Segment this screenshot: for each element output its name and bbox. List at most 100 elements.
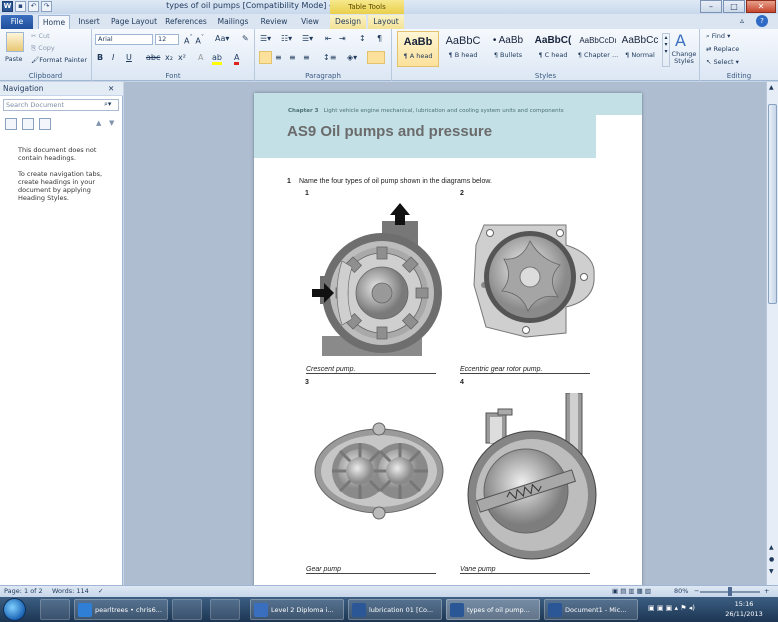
title-bar: W ▪ ↶ ↷ types of oil pumps [Compatibilit…	[0, 0, 778, 14]
scroll-down-icon[interactable]: ▼	[769, 568, 774, 575]
change-case-icon[interactable]: Aa▾	[215, 34, 229, 43]
tab-design[interactable]: Design	[330, 15, 366, 29]
replace-button[interactable]: ⇄ Replace	[706, 45, 739, 53]
grow-font-icon[interactable]: Aˆ Aˇ	[184, 34, 204, 46]
styles-scroll[interactable]: ▴ ▾ ▾	[662, 33, 670, 67]
taskbar-item-pearltrees[interactable]: pearltrees • chris6...	[74, 599, 168, 620]
page-count[interactable]: Page: 1 of 2	[4, 586, 43, 597]
taskbar-item-types-of-oil-pumps[interactable]: types of oil pump...	[446, 599, 540, 620]
highlight-icon[interactable]: ab	[212, 53, 222, 65]
taskbar-item-document1[interactable]: Document1 - Mic...	[544, 599, 638, 620]
bold-icon[interactable]: B	[97, 53, 103, 62]
media-player-icon[interactable]	[210, 599, 240, 620]
tab-home[interactable]: Home	[38, 15, 70, 29]
zoom-out-icon[interactable]: −	[694, 586, 699, 597]
tab-layout[interactable]: Layout	[368, 15, 404, 29]
vertical-scrollbar[interactable]: ▲ ▲ ● ▼	[766, 82, 778, 585]
style-b-head[interactable]: AaBbC ¶ B head	[442, 31, 484, 67]
zoom-level[interactable]: 80%	[674, 586, 688, 597]
change-styles-icon[interactable]: A	[675, 31, 686, 50]
decrease-indent-icon[interactable]: ⇤	[325, 34, 332, 43]
diagram-number-3: 3	[305, 379, 309, 386]
superscript-icon[interactable]: x²	[178, 53, 186, 62]
underline-icon[interactable]: U	[126, 53, 132, 62]
align-right-icon[interactable]: ≡	[289, 53, 296, 62]
status-bar: Page: 1 of 2 Words: 114 ✓ ▣ ▤ ▥ ▦ ▧ 80% …	[0, 585, 778, 597]
multilevel-list-icon[interactable]: ☰▾	[302, 34, 313, 43]
subscript-icon[interactable]: x₂	[165, 53, 173, 62]
browse-headings-icon[interactable]	[5, 118, 17, 130]
document-page[interactable]: Chapter 3 Light vehicle engine mechanica…	[254, 93, 642, 585]
justify-icon[interactable]: ≡	[303, 53, 310, 62]
style-a-head[interactable]: AaBb ¶ A head	[397, 31, 439, 67]
help-icon[interactable]: ?	[756, 15, 768, 27]
page-title: AS9 Oil pumps and pressure	[287, 123, 493, 140]
zoom-in-icon[interactable]: +	[764, 586, 769, 597]
bullets-icon[interactable]: ☰▾	[260, 34, 271, 43]
browse-pages-icon[interactable]	[22, 118, 34, 130]
view-buttons[interactable]: ▣ ▤ ▥ ▦ ▧	[612, 586, 651, 597]
browse-results-icon[interactable]	[39, 118, 51, 130]
text-effects-icon[interactable]: A	[198, 53, 203, 62]
change-styles-button[interactable]: Change Styles	[670, 51, 698, 65]
font-name-select[interactable]: Arial	[95, 34, 153, 45]
align-left-icon[interactable]	[259, 51, 272, 64]
clock[interactable]: 15:16 26/11/2013	[722, 599, 766, 619]
maximize-button[interactable]: □	[723, 0, 745, 13]
scrollbar-thumb[interactable]	[768, 104, 777, 304]
tab-insert[interactable]: Insert	[74, 15, 104, 29]
tab-mailings[interactable]: Mailings	[214, 15, 252, 29]
italic-icon[interactable]: I	[112, 53, 114, 62]
style-c-head[interactable]: AaBbC( ¶ C head	[532, 31, 574, 67]
style-bullets[interactable]: • AaBb ¶ Bullets	[487, 31, 529, 67]
style-chapter[interactable]: AaBbCcDı ¶ Chapter ...	[577, 31, 619, 67]
minimize-ribbon-icon[interactable]: ▵	[740, 16, 744, 25]
clear-formatting-icon[interactable]: ✎	[242, 34, 249, 43]
taskbar-item-lubrication[interactable]: lubrication 01 [Co...	[348, 599, 442, 620]
document-area[interactable]: Chapter 3 Light vehicle engine mechanica…	[124, 82, 766, 585]
nav-prev-icon[interactable]: ▲	[96, 119, 101, 127]
numbering-icon[interactable]: ☷▾	[281, 34, 292, 43]
close-button[interactable]: ✕	[746, 0, 776, 13]
format-painter-button[interactable]: 🖌Format Painter	[31, 56, 87, 64]
proofing-icon[interactable]: ✓	[98, 586, 103, 597]
minimize-button[interactable]: –	[700, 0, 722, 13]
nav-next-icon[interactable]: ▼	[109, 119, 114, 127]
zoom-slider-thumb[interactable]	[728, 587, 732, 596]
borders-icon[interactable]	[367, 51, 385, 64]
show-formatting-icon[interactable]: ¶	[377, 34, 382, 43]
taskbar-item-level2[interactable]: Level 2 Diploma i...	[250, 599, 344, 620]
tab-page-layout[interactable]: Page Layout	[110, 15, 158, 29]
scroll-up-icon-2[interactable]: ▲	[769, 544, 774, 551]
strikethrough-icon[interactable]: abc	[146, 53, 160, 62]
font-size-select[interactable]: 12	[155, 34, 179, 45]
scroll-up-icon[interactable]: ▲	[769, 84, 774, 91]
outlook-icon[interactable]	[172, 599, 202, 620]
start-button[interactable]	[3, 598, 26, 621]
navigation-search-input[interactable]: Search Document	[3, 99, 119, 111]
tab-file[interactable]: File	[1, 15, 33, 29]
sort-icon[interactable]: ↕	[359, 34, 366, 43]
align-center-icon[interactable]: ≡	[275, 53, 282, 62]
diagram-number-2: 2	[460, 190, 464, 197]
cut-button[interactable]: ✂ Cut	[31, 32, 50, 40]
explorer-icon[interactable]	[40, 599, 70, 620]
style-normal[interactable]: AaBbCc ¶ Normal	[619, 31, 661, 67]
tab-review[interactable]: Review	[258, 15, 290, 29]
tab-references[interactable]: References	[164, 15, 208, 29]
browse-object-icon[interactable]: ●	[769, 556, 774, 563]
word-count[interactable]: Words: 114	[52, 586, 89, 597]
magnifier-icon[interactable]: ⌕▾	[104, 100, 111, 109]
paste-icon[interactable]	[6, 32, 24, 52]
select-button[interactable]: ↖ Select ▾	[706, 58, 739, 66]
line-spacing-icon[interactable]: ↕≡	[323, 53, 336, 62]
increase-indent-icon[interactable]: ⇥	[339, 34, 346, 43]
nav-close-icon[interactable]: ✕	[108, 82, 114, 96]
font-color-icon[interactable]: A	[234, 53, 240, 65]
find-button[interactable]: ⌕ Find ▾	[706, 32, 730, 41]
paste-button[interactable]: Paste	[5, 55, 23, 63]
system-tray-icons[interactable]: ▣ ▣ ▣ ▴ ⚑ ◂)	[648, 604, 695, 612]
shading-icon[interactable]: ◈▾	[347, 53, 357, 62]
copy-button[interactable]: ⎘ Copy	[31, 44, 55, 53]
tab-view[interactable]: View	[296, 15, 324, 29]
